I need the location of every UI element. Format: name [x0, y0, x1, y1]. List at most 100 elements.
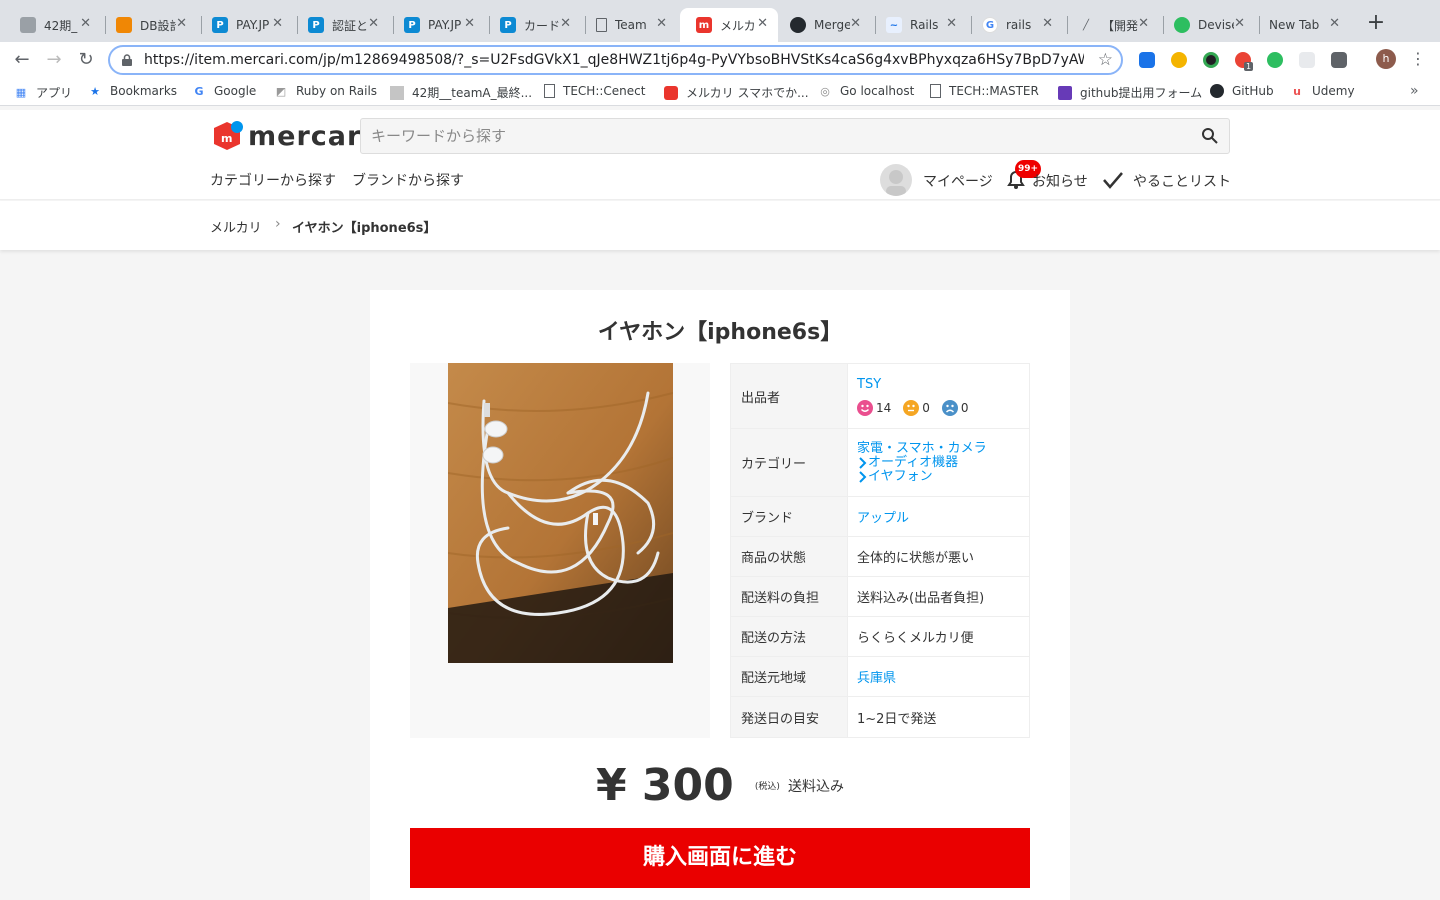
svg-text:m: m — [221, 132, 232, 145]
bookmark-item[interactable]: 42期__teamA_最終... — [390, 84, 532, 101]
product-price: ¥ 300 — [596, 760, 734, 811]
user-avatar[interactable] — [880, 164, 912, 196]
browser-tab[interactable]: New Tab ✕ — [1253, 8, 1350, 42]
payjp-icon: P — [212, 17, 228, 33]
profile-avatar[interactable]: h — [1376, 49, 1396, 69]
close-tab-icon[interactable]: ✕ — [1042, 16, 1053, 31]
site-header: m mercari カテゴリーから探す ブランドから探す マイページ 99+ お… — [0, 110, 1440, 200]
breadcrumb-home-link[interactable]: メルカリ — [210, 217, 262, 236]
bookmark-item[interactable]: メルカリ スマホでか... — [664, 84, 809, 101]
browser-tab[interactable]: ~ Rails ✕ — [870, 8, 967, 42]
browser-tab[interactable]: P カード ✕ — [484, 8, 581, 42]
detail-value: 送料込み(出品者負担) — [847, 576, 1030, 617]
bookmark-item[interactable]: ◎ Go localhost — [818, 84, 914, 98]
category-link[interactable]: オーディオ機器 — [857, 455, 1020, 470]
browser-tab[interactable]: P 認証と ✕ — [292, 8, 389, 42]
brand-nav-link[interactable]: ブランドから探す — [352, 170, 464, 190]
buy-button[interactable]: 購入画面に進む — [410, 828, 1030, 888]
bookmark-item[interactable]: GitHub — [1210, 84, 1274, 98]
product-photo[interactable] — [448, 363, 673, 663]
forward-button[interactable]: → — [42, 48, 66, 72]
extension-color-icon[interactable] — [1171, 52, 1187, 68]
browser-tab[interactable]: G rails ✕ — [966, 8, 1063, 42]
mercari-logo[interactable]: m mercari — [210, 119, 372, 153]
payjp-icon: P — [500, 17, 516, 33]
close-tab-icon[interactable]: ✕ — [80, 16, 91, 31]
extension-script-icon[interactable] — [1299, 52, 1315, 68]
browser-tab-active[interactable]: m メルカ ✕ — [680, 8, 778, 42]
back-button[interactable]: ← — [10, 48, 34, 72]
search-icon[interactable] — [1201, 127, 1219, 145]
star-icon: ★ — [90, 84, 100, 98]
browser-tab[interactable]: Team ✕ — [580, 8, 677, 42]
seller-ratings: 14 0 0 — [857, 399, 1020, 416]
product-card: イヤホン【iphone6s】 出品者 TSY 14 0 0 カテゴリー 家電・ス… — [370, 290, 1070, 900]
address-bar[interactable]: https://item.mercari.com/jp/m12869498508… — [108, 45, 1123, 75]
mercari-icon: m — [696, 17, 712, 33]
bookmark-item[interactable]: ▦ アプリ — [14, 84, 72, 101]
mypage-link[interactable]: マイページ — [923, 171, 993, 191]
browser-menu-icon[interactable]: ⋮ — [1410, 50, 1426, 68]
brand-link[interactable]: アップル — [857, 511, 909, 526]
product-photo-area — [410, 363, 710, 738]
close-tab-icon[interactable]: ✕ — [1138, 16, 1149, 31]
close-tab-icon[interactable]: ✕ — [946, 16, 957, 31]
close-tab-icon[interactable]: ✕ — [464, 16, 475, 31]
todo-list-link[interactable]: やることリスト — [1133, 171, 1231, 191]
browser-tab[interactable]: P PAY.JP ✕ — [196, 8, 293, 42]
bookmark-item[interactable]: ★ Bookmarks — [88, 84, 177, 98]
page-icon — [544, 84, 555, 98]
detail-row-ship-from: 配送元地域 兵庫県 — [730, 656, 1030, 697]
region-link[interactable]: 兵庫県 — [857, 671, 896, 686]
detail-value: アップル — [847, 496, 1030, 537]
extension-arrow-icon[interactable] — [1139, 52, 1155, 68]
evernote-extension-icon[interactable] — [1267, 52, 1283, 68]
browser-tab[interactable]: Merge ✕ — [774, 8, 871, 42]
reload-button[interactable]: ↻ — [74, 48, 98, 72]
close-tab-icon[interactable]: ✕ — [176, 16, 187, 31]
notifications-link[interactable]: お知らせ — [1032, 171, 1088, 191]
bookmark-item[interactable]: G Google — [192, 84, 256, 98]
search-input[interactable] — [371, 127, 1191, 145]
browser-toolbar: ← → ↻ https://item.mercari.com/jp/m12869… — [0, 42, 1440, 78]
close-tab-icon[interactable]: ✕ — [1234, 16, 1245, 31]
browser-tab[interactable]: ╱ 【開発 ✕ — [1062, 8, 1159, 42]
close-tab-icon[interactable]: ✕ — [1329, 16, 1340, 31]
close-tab-icon[interactable]: ✕ — [560, 16, 571, 31]
extension-game-icon[interactable] — [1331, 52, 1347, 68]
payjp-icon: P — [404, 17, 420, 33]
bookmark-item[interactable]: ◩ Ruby on Rails — [274, 84, 377, 98]
bookmark-star-icon[interactable]: ☆ — [1098, 50, 1113, 70]
detail-label: カテゴリー — [730, 428, 848, 497]
more-bookmarks-icon[interactable]: » — [1410, 83, 1419, 99]
category-link[interactable]: 家電・スマホ・カメラ — [857, 441, 1020, 456]
browser-tab[interactable]: P PAY.JP ✕ — [388, 8, 485, 42]
evernote-icon — [1174, 17, 1190, 33]
browser-tab[interactable]: DB設計 ✕ — [100, 8, 197, 42]
close-tab-icon[interactable]: ✕ — [656, 16, 667, 31]
breadcrumb-current: イヤホン【iphone6s】 — [292, 221, 437, 236]
extension-circle-icon[interactable] — [1203, 52, 1219, 68]
tax-label: (税込) — [754, 782, 780, 792]
close-tab-icon[interactable]: ✕ — [272, 16, 283, 31]
browser-tab[interactable]: 42期_ ✕ — [4, 8, 101, 42]
github-icon — [790, 17, 806, 33]
new-tab-button[interactable]: + — [1366, 12, 1386, 34]
bookmark-item[interactable]: TECH::Cenect — [544, 84, 645, 98]
browser-tab[interactable]: Devise ✕ — [1158, 8, 1255, 42]
bookmark-item[interactable]: github提出用フォーム — [1058, 84, 1202, 101]
payjp-icon: P — [308, 17, 324, 33]
category-link[interactable]: イヤフォン — [857, 469, 1020, 484]
close-tab-icon[interactable]: ✕ — [757, 16, 768, 31]
bookmark-item[interactable]: u Udemy — [1290, 84, 1355, 98]
rating-good: 14 — [857, 399, 891, 416]
bookmark-item[interactable]: TECH::MASTER — [930, 84, 1039, 98]
category-nav-link[interactable]: カテゴリーから探す — [210, 170, 336, 190]
breadcrumb: メルカリ › イヤホン【iphone6s】 — [0, 201, 1440, 250]
chevron-right-icon — [859, 470, 867, 483]
close-tab-icon[interactable]: ✕ — [850, 16, 861, 31]
close-tab-icon[interactable]: ✕ — [368, 16, 379, 31]
price-row: ¥ 300 (税込) 送料込み — [370, 760, 1070, 811]
seller-name-link[interactable]: TSY — [857, 377, 1020, 392]
detail-value: TSY 14 0 0 — [847, 363, 1030, 429]
